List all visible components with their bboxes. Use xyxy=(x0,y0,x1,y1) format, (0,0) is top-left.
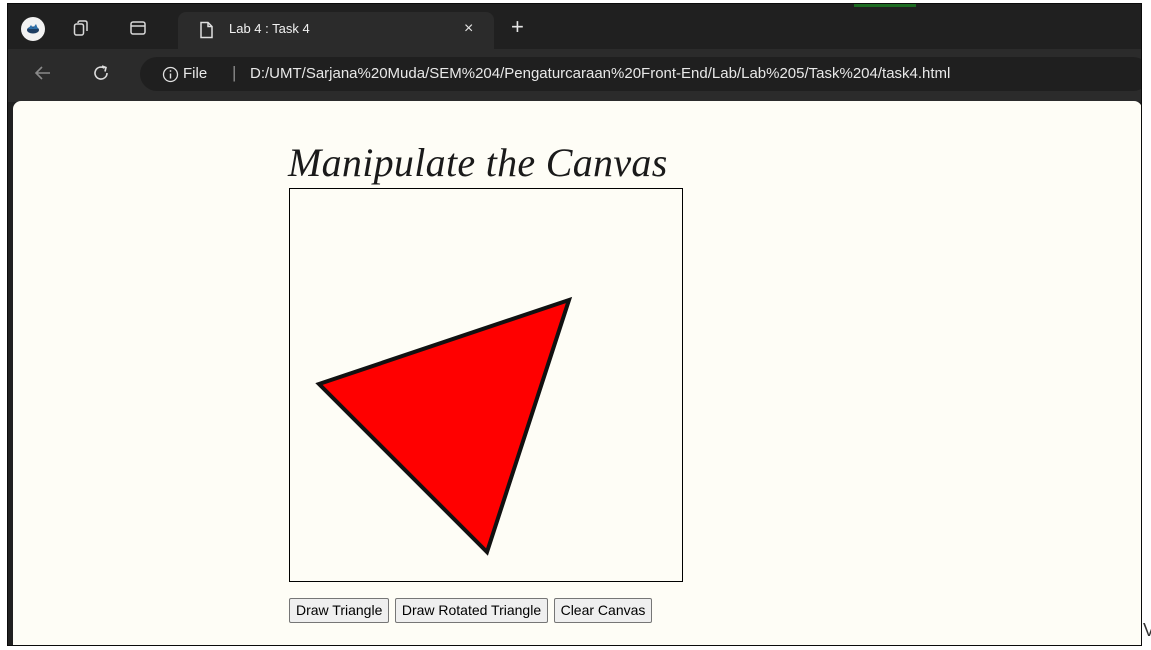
draw-triangle-button[interactable]: Draw Triangle xyxy=(289,598,390,623)
close-icon[interactable]: × xyxy=(464,20,473,38)
toolbar: File | D:/UMT/Sarjana%20Muda/SEM%204/Pen… xyxy=(8,49,1141,102)
page-viewport: Manipulate the Canvas Draw Triangle Draw… xyxy=(13,101,1141,645)
button-row: Draw Triangle Draw Rotated Triangle Clea… xyxy=(289,598,653,625)
address-separator: | xyxy=(232,63,237,82)
refresh-icon[interactable] xyxy=(90,63,112,85)
clear-canvas-button[interactable]: Clear Canvas xyxy=(553,598,653,623)
vertical-tabs-icon[interactable] xyxy=(129,19,147,37)
tab-lab4-task4[interactable]: Lab 4 : Task 4 × xyxy=(178,12,494,49)
tab-title: Lab 4 : Task 4 xyxy=(229,21,310,36)
new-tab-button[interactable]: + xyxy=(511,16,524,38)
red-triangle xyxy=(315,296,573,556)
tab-bar: Lab 4 : Task 4 × + xyxy=(8,4,1141,49)
workspaces-icon[interactable] xyxy=(72,19,90,37)
drawing-canvas[interactable] xyxy=(289,188,683,582)
clipped-text-fragment: V xyxy=(1143,620,1151,640)
window-accent-strip xyxy=(854,4,916,7)
address-bar[interactable]: File | D:/UMT/Sarjana%20Muda/SEM%204/Pen… xyxy=(140,57,1141,91)
canvas-surface xyxy=(315,296,573,556)
file-label: File xyxy=(183,65,208,82)
url-text[interactable]: D:/UMT/Sarjana%20Muda/SEM%204/Pengaturca… xyxy=(250,65,950,82)
back-icon[interactable] xyxy=(32,63,54,85)
draw-rotated-triangle-button[interactable]: Draw Rotated Triangle xyxy=(394,598,549,623)
browser-window: Lab 4 : Task 4 × + File | D:/UMT/Sarjana… xyxy=(7,3,1142,646)
page-icon xyxy=(198,21,216,39)
page-heading: Manipulate the Canvas xyxy=(288,140,668,185)
info-icon[interactable] xyxy=(162,66,179,88)
profile-icon[interactable] xyxy=(21,17,45,41)
